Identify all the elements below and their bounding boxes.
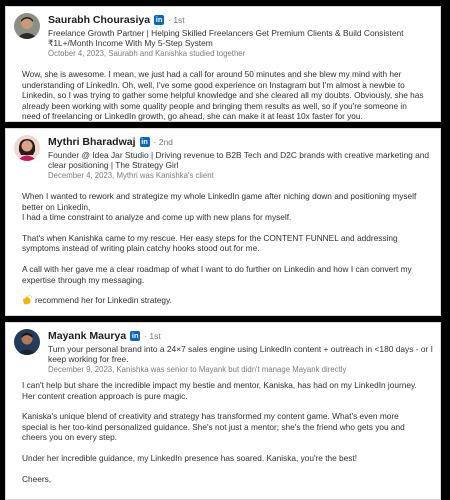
connection-degree: · 1st [168, 15, 185, 25]
avatar[interactable] [14, 135, 40, 161]
person-avatar-icon [14, 329, 40, 355]
recommendation-card: Saurabh Chourasiya in · 1st Freelance Gr… [5, 6, 441, 122]
recommendation-paragraph: Kaniska's unique blend of creativity and… [22, 411, 405, 443]
person-avatar-icon [14, 13, 40, 39]
recommendation-paragraph: That's when Kanishka came to my rescue. … [22, 232, 398, 254]
connection-degree: · 1st [144, 331, 161, 341]
recommendation-closing: recommend her for Linkedin strategy. [22, 294, 426, 306]
recommendations-screenshot: Saurabh Chourasiya in · 1st Freelance Gr… [0, 0, 450, 500]
clapping-hands-icon [22, 294, 33, 305]
avatar[interactable] [14, 13, 40, 39]
recommendation-paragraph: When I wanted to rework and strategize m… [22, 191, 417, 212]
recommendation-paragraph: A call with her gave me a clear roadmap … [22, 263, 412, 285]
recommendation-date: December 4, 2023, Mythri was Kanishka's … [48, 170, 214, 180]
author-name[interactable]: Mythri Bharadwaj [48, 136, 136, 148]
recommendation-text: When I wanted to rework and strategize m… [22, 191, 426, 306]
author-headline: Founder @ Idea Jar Studio | Driving reve… [48, 150, 430, 171]
recommendation-paragraph: Under her incredible guidance, my Linked… [22, 452, 358, 463]
recommendation-paragraph: recommend her for Linkedin strategy. [35, 295, 172, 306]
author-meta: Saurabh Chourasiya in · 1st Freelance Gr… [48, 13, 434, 59]
author-name[interactable]: Mayank Maurya [48, 330, 126, 342]
author-meta: Mayank Maurya in · 1st Turn your persona… [48, 329, 434, 375]
recommendation-text: I can't help but share the incredible im… [22, 380, 426, 484]
linkedin-icon: in [139, 137, 150, 147]
recommendation-paragraph: Cheers, [22, 473, 52, 484]
author-headline: Turn your personal brand into a 24×7 sal… [48, 344, 433, 365]
recommendation-text: Wow, she is awesome. I mean, we just had… [22, 69, 426, 122]
author-meta: Mythri Bharadwaj in · 2nd Founder @ Idea… [48, 135, 434, 181]
avatar[interactable] [14, 329, 40, 355]
recommendation-card: Mythri Bharadwaj in · 2nd Founder @ Idea… [5, 128, 441, 316]
linkedin-icon: in [154, 15, 165, 25]
person-avatar-icon [14, 135, 40, 161]
recommendation-paragraph: Wow, she is awesome. I mean, we just had… [22, 69, 424, 122]
connection-degree: · 2nd [153, 137, 173, 147]
recommendation-paragraph: I had a time constraint to analyze and c… [22, 212, 292, 223]
author-headline: Freelance Growth Partner | Helping Skill… [48, 28, 404, 49]
recommendation-date: December 9, 2023, Kanishka was senior to… [48, 364, 347, 374]
recommendation-paragraph: I can't help but share the incredible im… [22, 380, 417, 401]
recommendation-card: Mayank Maurya in · 1st Turn your persona… [5, 322, 441, 500]
linkedin-icon: in [130, 331, 141, 341]
recommendation-date: October 4, 2023, Saurabh and Kanishka st… [48, 48, 246, 58]
author-name[interactable]: Saurabh Chourasiya [48, 14, 150, 26]
